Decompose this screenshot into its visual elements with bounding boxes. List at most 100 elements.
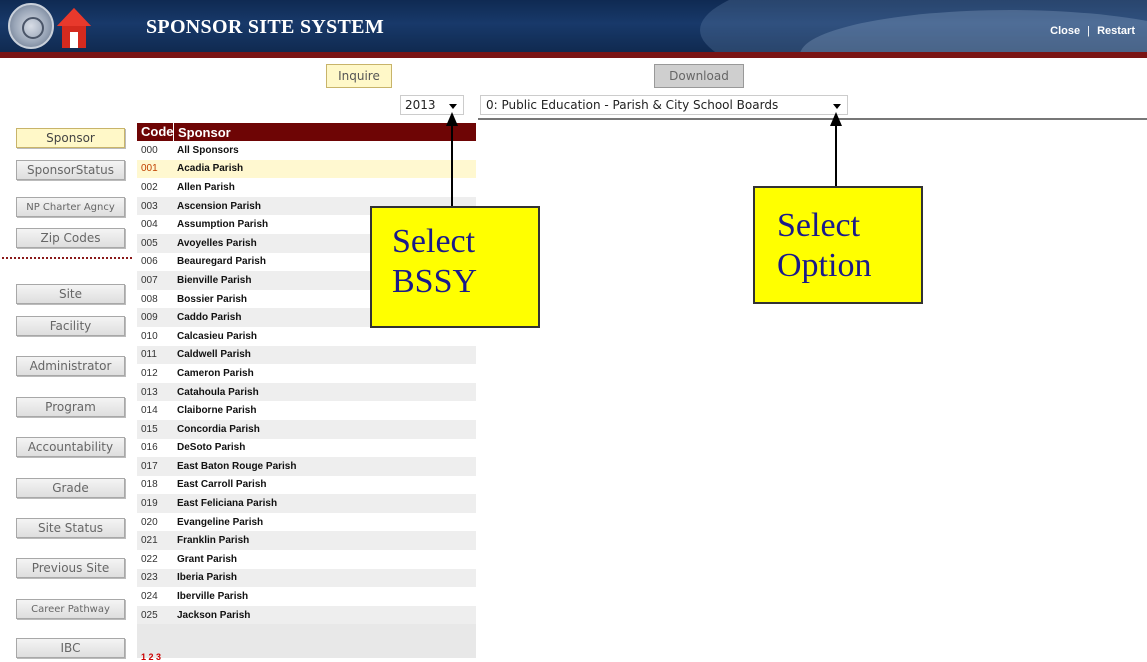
table-header: Code Sponsor [137,123,476,141]
callout-select-option: Select Option [753,186,923,304]
sidebar-item-grade[interactable]: Grade [16,478,125,498]
sponsor-name: DeSoto Parish [177,442,246,454]
table-row[interactable]: 021 Franklin Parish [137,531,476,551]
table-footer: 1 2 3 [137,624,476,662]
sponsor-name: Cameron Parish [177,367,254,379]
sidebar-item-administrator[interactable]: Administrator [16,356,125,376]
close-link[interactable]: Close [1050,25,1080,37]
table-row[interactable]: 001 Acadia Parish [137,159,476,179]
sponsor-code: 022 [141,553,158,565]
callout-option-line2: Option [777,247,872,284]
column-header-code[interactable]: Code [137,123,174,141]
sponsor-code: 023 [141,572,158,584]
sponsor-code: 019 [141,498,158,510]
sponsor-name: Acadia Parish [177,163,244,175]
sponsor-name: Evangeline Parish [177,516,264,528]
table-row[interactable]: 012 Cameron Parish [137,364,476,383]
sidebar-item-site-status[interactable]: Site Status [16,518,125,538]
sponsor-name: Iberville Parish [177,591,249,603]
callout-bssy-line2: BSSY [392,263,478,300]
sponsor-code: 024 [141,591,158,603]
sponsor-code: 008 [141,293,158,305]
sponsor-name: Concordia Parish [177,423,260,435]
table-row[interactable]: 014 Claiborne Parish [137,401,476,420]
table-row[interactable]: 000 All Sponsors [137,141,476,160]
app-header: SPONSOR SITE SYSTEM Close | Restart [0,0,1147,52]
sidebar-item-np-charter-agncy[interactable]: NP Charter Agncy [16,197,125,217]
sponsor-code: 014 [141,405,158,417]
table-row[interactable]: 011 Caldwell Parish [137,345,476,365]
chevron-down-icon [833,104,841,109]
sponsor-code: 011 [141,349,157,361]
sponsor-name: Avoyelles Parish [177,237,257,249]
sponsor-code: 009 [141,312,158,324]
callout-select-bssy: Select BSSY [370,206,540,328]
sponsor-code: 005 [141,237,158,249]
sponsor-name: Franklin Parish [177,535,250,547]
sidebar-item-zip-codes[interactable]: Zip Codes [16,228,125,248]
sponsor-code: 017 [141,460,158,472]
table-row[interactable]: 010 Calcasieu Parish [137,327,476,346]
inquire-button[interactable]: Inquire [326,64,392,88]
pagination[interactable]: 1 2 3 [141,652,161,662]
option-select[interactable]: 0: Public Education - Parish & City Scho… [480,95,848,115]
column-header-sponsor[interactable]: Sponsor [174,125,231,140]
sidebar-item-facility[interactable]: Facility [16,316,125,336]
sponsor-code: 001 [141,163,158,175]
schoolhouse-logo-icon [57,8,91,48]
download-button[interactable]: Download [654,64,744,88]
table-row[interactable]: 015 Concordia Parish [137,419,476,439]
sponsor-code: 020 [141,516,158,528]
sponsor-code: 016 [141,442,158,454]
sponsor-code: 002 [141,181,158,193]
sponsor-code: 015 [141,423,158,435]
table-row[interactable]: 019 East Feliciana Parish [137,494,476,513]
sponsor-name: Beauregard Parish [177,256,266,268]
table-row[interactable]: 017 East Baton Rouge Parish [137,457,476,476]
sponsor-name: Caldwell Parish [177,349,251,361]
sponsor-name: Bienville Parish [177,274,252,286]
header-links: Close | Restart [1050,25,1135,37]
sponsor-code: 000 [141,144,158,156]
sponsor-name: East Baton Rouge Parish [177,460,297,472]
sidebar-item-career-pathway[interactable]: Career Pathway [16,599,125,619]
sponsor-table: Code Sponsor 000 All Sponsors 001 Acadia Pa… [137,123,476,662]
table-row[interactable]: 023 Iberia Parish [137,568,476,588]
state-seal-logo [8,3,54,49]
option-select-value: 0: Public Education - Parish & City Scho… [486,98,779,112]
sponsor-name: Grant Parish [177,553,238,565]
sidebar-item-site[interactable]: Site [16,284,125,304]
sponsor-code: 004 [141,219,158,231]
link-separator: | [1087,25,1091,37]
sponsor-code: 010 [141,330,158,342]
year-select-value: 2013 [405,98,436,112]
sponsor-code: 018 [141,479,158,491]
sidebar-item-sponsor[interactable]: Sponsor [16,128,125,148]
sponsor-name: Calcasieu Parish [177,330,258,342]
sidebar-item-sponsorstatus[interactable]: SponsorStatus [16,160,125,180]
restart-link[interactable]: Restart [1097,25,1135,37]
table-row[interactable]: 022 Grant Parish [137,550,476,569]
table-row[interactable]: 013 Catahoula Parish [137,382,476,402]
content-divider [478,118,1147,120]
table-row[interactable]: 024 Iberville Parish [137,587,476,606]
sponsor-name: Iberia Parish [177,572,238,584]
table-row[interactable]: 002 Allen Parish [137,178,476,197]
sponsor-name: Claiborne Parish [177,405,257,417]
sidebar-item-ibc[interactable]: IBC [16,638,125,658]
sidebar-item-previous-site[interactable]: Previous Site [16,558,125,578]
sponsor-code: 025 [141,609,158,621]
table-row[interactable]: 016 DeSoto Parish [137,439,476,458]
sidebar-item-program[interactable]: Program [16,397,125,417]
sponsor-name: Bossier Parish [177,293,248,305]
year-select[interactable]: 2013 [400,95,464,115]
table-row[interactable]: 020 Evangeline Parish [137,513,476,532]
sidebar-item-accountability[interactable]: Accountability [16,437,125,457]
sponsor-name: Ascension Parish [177,200,261,212]
callout-bssy-line1: Select [392,223,476,260]
sponsor-code: 012 [141,367,158,379]
sponsor-name: Jackson Parish [177,609,251,621]
sponsor-code: 007 [141,274,158,286]
table-row[interactable]: 025 Jackson Parish [137,605,476,625]
table-row[interactable]: 018 East Carroll Parish [137,476,476,495]
